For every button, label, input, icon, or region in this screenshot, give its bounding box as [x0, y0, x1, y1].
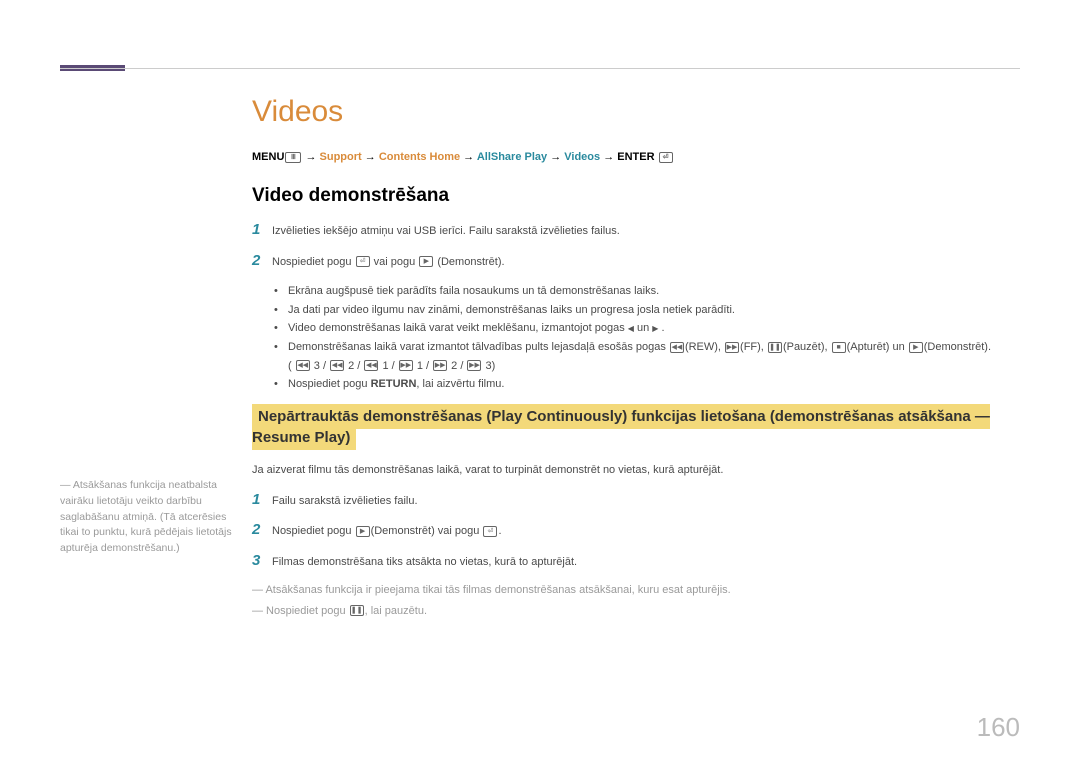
- text-part: Demonstrēšanas laikā varat izmantot tālv…: [288, 341, 669, 353]
- text-part: 3): [482, 360, 495, 372]
- step-1: 1 Izvēlieties iekšējo atmiņu vai USB ier…: [252, 221, 1020, 240]
- bullet-text: Ja dati par video ilgumu nav zināmi, dem…: [288, 301, 1020, 320]
- stop-icon: ■: [832, 342, 846, 353]
- nav-support: Support: [320, 151, 362, 163]
- nav-enter: ENTER: [617, 151, 654, 163]
- text-part: (: [288, 360, 295, 372]
- nav-allshare: AllShare Play: [477, 151, 547, 163]
- sidebar-footnote: ― Atsākšanas funkcija neatbalsta vairāku…: [60, 478, 235, 557]
- text-part: (Apturēt) un: [847, 341, 908, 353]
- step-number: 1: [252, 221, 272, 238]
- section-heading: Video demonstrēšana: [252, 185, 1020, 207]
- resume-intro: Ja aizverat filmu tās demonstrēšanas lai…: [252, 462, 1020, 479]
- nav-contents-home: Contents Home: [379, 151, 460, 163]
- text-part: (REW),: [685, 341, 724, 353]
- text-part: Nospiediet pogu: [272, 525, 355, 537]
- menu-icon: Ⅲ: [285, 152, 301, 163]
- play-icon: ▶: [909, 342, 923, 353]
- step-text: Nospiediet pogu ▶(Demonstrēt) vai pogu ⏎…: [272, 521, 502, 540]
- step-text: Izvēlieties iekšējo atmiņu vai USB ierīc…: [272, 221, 620, 240]
- text-part: , lai aizvērtu filmu.: [416, 378, 504, 390]
- text-part: .: [498, 525, 501, 537]
- page-title: Videos: [252, 95, 1020, 129]
- footnote-1: ― Atsākšanas funkcija ir pieejama tikai …: [252, 582, 1020, 599]
- bullet-item: • Video demonstrēšanas laikā varat veikt…: [274, 319, 1020, 338]
- text-part: un: [634, 322, 652, 334]
- step-number: 2: [252, 252, 272, 269]
- text-part: (FF),: [740, 341, 767, 353]
- text-part: .: [658, 322, 664, 334]
- breadcrumb: MENUⅢ → Support → Contents Home → AllSha…: [252, 151, 1020, 163]
- bullet-item: • Nospiediet pogu RETURN, lai aizvērtu f…: [274, 375, 1020, 394]
- main-content: Videos MENUⅢ → Support → Contents Home →…: [252, 95, 1020, 623]
- enter-icon: ⏎: [356, 256, 370, 267]
- step-number: 2: [252, 521, 272, 538]
- bullet-item: •Ekrāna augšpusē tiek parādīts faila nos…: [274, 282, 1020, 301]
- ff-icon: ▶▶: [725, 342, 739, 353]
- nav-videos: Videos: [564, 151, 600, 163]
- resume-step-1: 1 Failu sarakstā izvēlieties failu.: [252, 491, 1020, 510]
- resume-step-2: 2 Nospiediet pogu ▶(Demonstrēt) vai pogu…: [252, 521, 1020, 540]
- play-icon: ▶: [419, 256, 433, 267]
- bullet-item: •Ja dati par video ilgumu nav zināmi, de…: [274, 301, 1020, 320]
- pause-icon: ❚❚: [350, 605, 364, 616]
- bullet-list: •Ekrāna augšpusē tiek parādīts faila nos…: [274, 282, 1020, 394]
- enter-icon: ⏎: [659, 152, 673, 163]
- enter-icon: ⏎: [483, 526, 497, 537]
- step-number: 3: [252, 552, 272, 569]
- highlighted-heading-wrap: Nepārtrauktās demonstrēšanas (Play Conti…: [252, 406, 1020, 448]
- page-number: 160: [977, 712, 1020, 743]
- text-part: (Demonstrēt) vai pogu: [371, 525, 483, 537]
- rewind-icon: ◀◀: [330, 360, 344, 371]
- rewind-icon: ◀◀: [364, 360, 378, 371]
- nav-menu: MENU: [252, 151, 284, 163]
- ff-icon: ▶▶: [399, 360, 413, 371]
- bullet-item: • Demonstrēšanas laikā varat izmantot tā…: [274, 338, 1020, 375]
- play-icon: ▶: [356, 526, 370, 537]
- text-part: (Pauzēt),: [783, 341, 831, 353]
- rewind-icon: ◀◀: [296, 360, 310, 371]
- bullet-text: Demonstrēšanas laikā varat izmantot tālv…: [288, 338, 1020, 375]
- text-part: 2 /: [345, 360, 363, 372]
- steps-list: 1 Izvēlieties iekšējo atmiņu vai USB ier…: [252, 221, 1020, 270]
- text-part: ― Nospiediet pogu: [252, 605, 349, 617]
- step-text: Failu sarakstā izvēlieties failu.: [272, 491, 418, 510]
- step-text: Nospiediet pogu ⏎ vai pogu ▶ (Demonstrēt…: [272, 252, 505, 271]
- pause-icon: ❚❚: [768, 342, 782, 353]
- footnote-2: ― Nospiediet pogu ❚❚, lai pauzētu.: [252, 603, 1020, 620]
- text-part: Nospiediet pogu: [288, 378, 371, 390]
- text-part: , lai pauzētu.: [365, 605, 427, 617]
- top-border-line: [60, 68, 1020, 69]
- step-number: 1: [252, 491, 272, 508]
- return-label: RETURN: [371, 378, 417, 390]
- resume-steps-list: 1 Failu sarakstā izvēlieties failu. 2 No…: [252, 491, 1020, 571]
- text-part: Nospiediet pogu: [272, 256, 355, 268]
- step-2: 2 Nospiediet pogu ⏎ vai pogu ▶ (Demonstr…: [252, 252, 1020, 271]
- text-part: vai pogu: [371, 256, 419, 268]
- text-part: 1 /: [414, 360, 432, 372]
- text-part: 2 /: [448, 360, 466, 372]
- highlighted-heading: Nepārtrauktās demonstrēšanas (Play Conti…: [252, 404, 990, 450]
- rewind-icon: ◀◀: [670, 342, 684, 353]
- step-text: Filmas demonstrēšana tiks atsākta no vie…: [272, 552, 577, 571]
- resume-step-3: 3 Filmas demonstrēšana tiks atsākta no v…: [252, 552, 1020, 571]
- ff-icon: ▶▶: [467, 360, 481, 371]
- text-part: (Demonstrēt).: [434, 256, 504, 268]
- text-part: 1 /: [379, 360, 397, 372]
- bullet-text: Video demonstrēšanas laikā varat veikt m…: [288, 319, 1020, 338]
- bullet-text: Ekrāna augšpusē tiek parādīts faila nosa…: [288, 282, 1020, 301]
- ff-icon: ▶▶: [433, 360, 447, 371]
- text-part: (Demonstrēt).: [924, 341, 991, 353]
- text-part: 3 /: [311, 360, 329, 372]
- bullet-text: Nospiediet pogu RETURN, lai aizvērtu fil…: [288, 375, 1020, 394]
- text-part: Video demonstrēšanas laikā varat veikt m…: [288, 322, 628, 334]
